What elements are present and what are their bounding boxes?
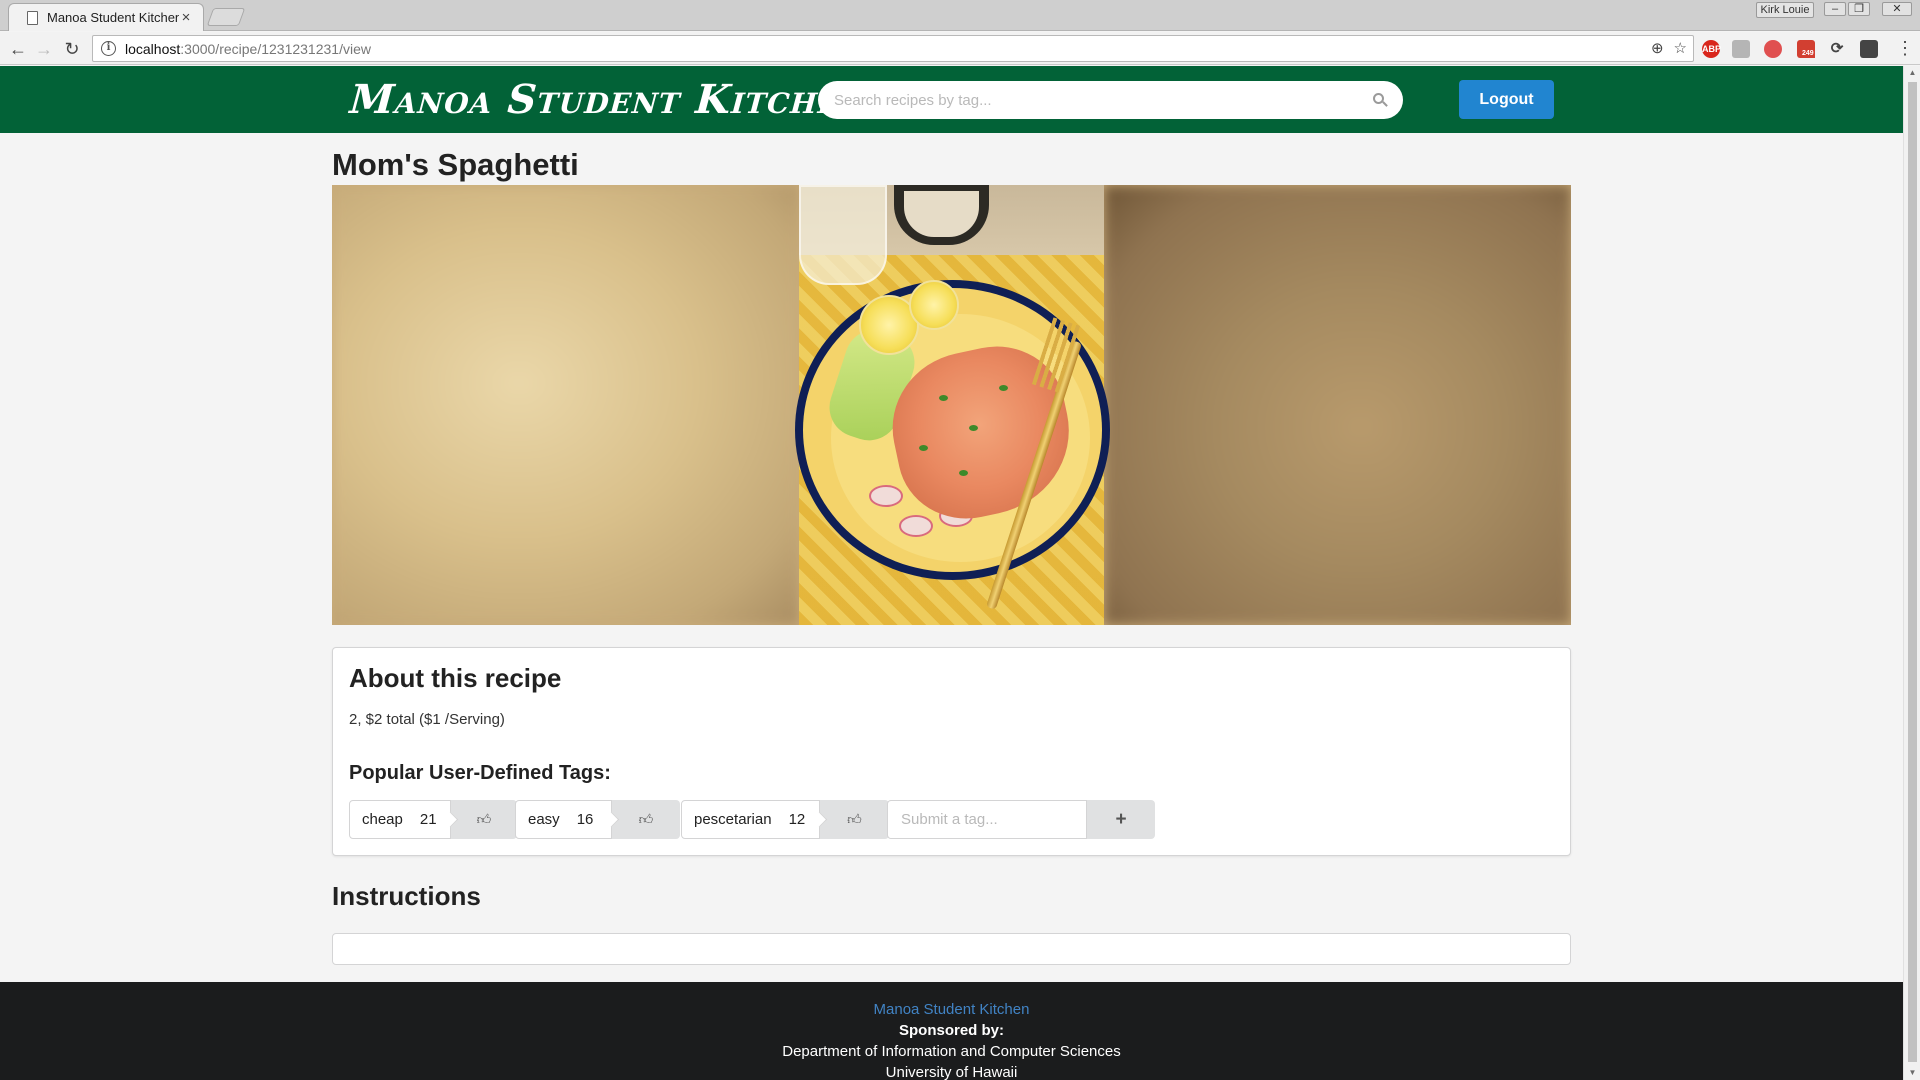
scroll-down-icon[interactable]: ▼ <box>1904 1066 1920 1080</box>
reload-icon[interactable]: ↻ <box>60 37 84 61</box>
footer-university: University of Hawaii <box>885 1064 1018 1080</box>
tag-label: cheap 21 <box>349 800 451 839</box>
image-blur-left <box>332 185 799 625</box>
browser-titlebar: Manoa Student Kitchen × Kirk Louie – ❐ ✕ <box>0 0 1920 31</box>
browser-toolbar: ← → ↻ i localhost :3000/recipe/123123123… <box>0 32 1920 65</box>
tag-pescetarian: pescetarian 12 👍︎ <box>681 800 889 839</box>
back-icon[interactable]: ← <box>6 37 30 61</box>
close-window-icon[interactable]: ✕ <box>1882 2 1912 16</box>
extension-pocket-icon[interactable] <box>1764 40 1782 58</box>
gmail-icon[interactable]: 249 <box>1797 40 1815 58</box>
new-tab-button[interactable] <box>206 8 246 26</box>
thumbs-up-icon: 👍︎ <box>847 811 862 827</box>
instructions-box <box>332 933 1571 965</box>
search-icon[interactable] <box>1373 93 1388 107</box>
tag-count: 12 <box>788 811 806 828</box>
restore-icon[interactable]: ❐ <box>1848 2 1870 16</box>
gmail-badge: 249 <box>1801 49 1815 58</box>
instructions-heading: Instructions <box>332 881 481 911</box>
tag-upvote-button[interactable]: 👍︎ <box>612 800 680 839</box>
shield-icon[interactable] <box>1860 40 1878 58</box>
tag-count: 21 <box>419 811 437 828</box>
tab-close-icon[interactable]: × <box>179 9 193 26</box>
submit-tag-input[interactable] <box>887 800 1087 839</box>
recipe-summary: 2, $2 total ($1 /Serving) <box>349 711 505 728</box>
footer-site-link[interactable]: Manoa Student Kitchen <box>0 999 1903 1020</box>
sync-icon[interactable]: ⟳ <box>1828 40 1846 58</box>
about-heading: About this recipe <box>349 663 562 693</box>
tag-count: 16 <box>576 811 594 828</box>
search-input[interactable] <box>834 91 1373 109</box>
site-header: Manoa Student Kitchen Logout <box>0 66 1903 133</box>
tags-heading: Popular User-Defined Tags: <box>349 762 611 784</box>
add-tag-button[interactable]: + <box>1087 800 1155 839</box>
tag-name: pescetarian <box>694 811 772 828</box>
forward-icon[interactable]: → <box>32 37 56 61</box>
page-viewport: Manoa Student Kitchen Logout Mom's Spagh… <box>0 66 1903 1080</box>
adblock-icon[interactable]: ABP <box>1702 40 1721 58</box>
recipe-image <box>332 185 1571 625</box>
footer-sponsored: Sponsored by: <box>898 1022 1004 1039</box>
url-host: localhost <box>125 40 181 57</box>
browser-menu-icon[interactable]: ⋮ <box>1896 38 1914 58</box>
page-scrollbar[interactable]: ▲ ▼ <box>1903 66 1920 1080</box>
thumbs-up-icon: 👍︎ <box>638 811 654 827</box>
search-bar <box>818 81 1403 119</box>
bookmark-star-icon[interactable]: ☆ <box>1674 39 1687 57</box>
tag-upvote-button[interactable]: 👍︎ <box>451 800 517 839</box>
site-logo[interactable]: Manoa Student Kitchen <box>348 76 868 123</box>
tag-label: easy 16 <box>515 800 612 839</box>
tab-title: Manoa Student Kitchen <box>47 10 179 25</box>
site-footer: Manoa Student Kitchen Sponsored by: Depa… <box>0 982 1903 1080</box>
recipe-title: Mom's Spaghetti <box>332 147 579 182</box>
browser-tab[interactable]: Manoa Student Kitchen × <box>8 3 204 31</box>
tag-upvote-button[interactable]: 👍︎ <box>820 800 889 839</box>
address-bar[interactable]: i localhost :3000/recipe/1231231231/view… <box>92 35 1694 62</box>
minimize-icon[interactable]: – <box>1824 2 1846 16</box>
page-icon <box>27 10 38 25</box>
salmon-dish-photo <box>795 185 1110 625</box>
info-icon[interactable]: i <box>101 41 116 56</box>
tag-name: easy <box>528 811 560 828</box>
about-recipe-card: About this recipe 2, $2 total ($1 /Servi… <box>332 647 1571 856</box>
scroll-up-icon[interactable]: ▲ <box>1904 66 1920 80</box>
footer-department: Department of Information and Computer S… <box>782 1043 1121 1060</box>
tag-label: pescetarian 12 <box>681 800 820 839</box>
tag-name: cheap <box>362 811 403 828</box>
tag-cheap: cheap 21 👍︎ <box>349 800 517 839</box>
url-path: :3000/recipe/1231231231/view <box>180 40 371 57</box>
logout-button[interactable]: Logout <box>1459 80 1554 119</box>
thumbs-up-icon: 👍︎ <box>476 811 492 827</box>
extension-icon[interactable] <box>1732 40 1750 58</box>
scroll-thumb[interactable] <box>1908 82 1917 1062</box>
zoom-icon[interactable]: ⊕ <box>1651 39 1664 57</box>
profile-button[interactable]: Kirk Louie <box>1756 2 1814 18</box>
tag-easy: easy 16 👍︎ <box>515 800 680 839</box>
submit-tag-form: + <box>887 800 1155 839</box>
image-blur-right <box>1104 185 1571 625</box>
